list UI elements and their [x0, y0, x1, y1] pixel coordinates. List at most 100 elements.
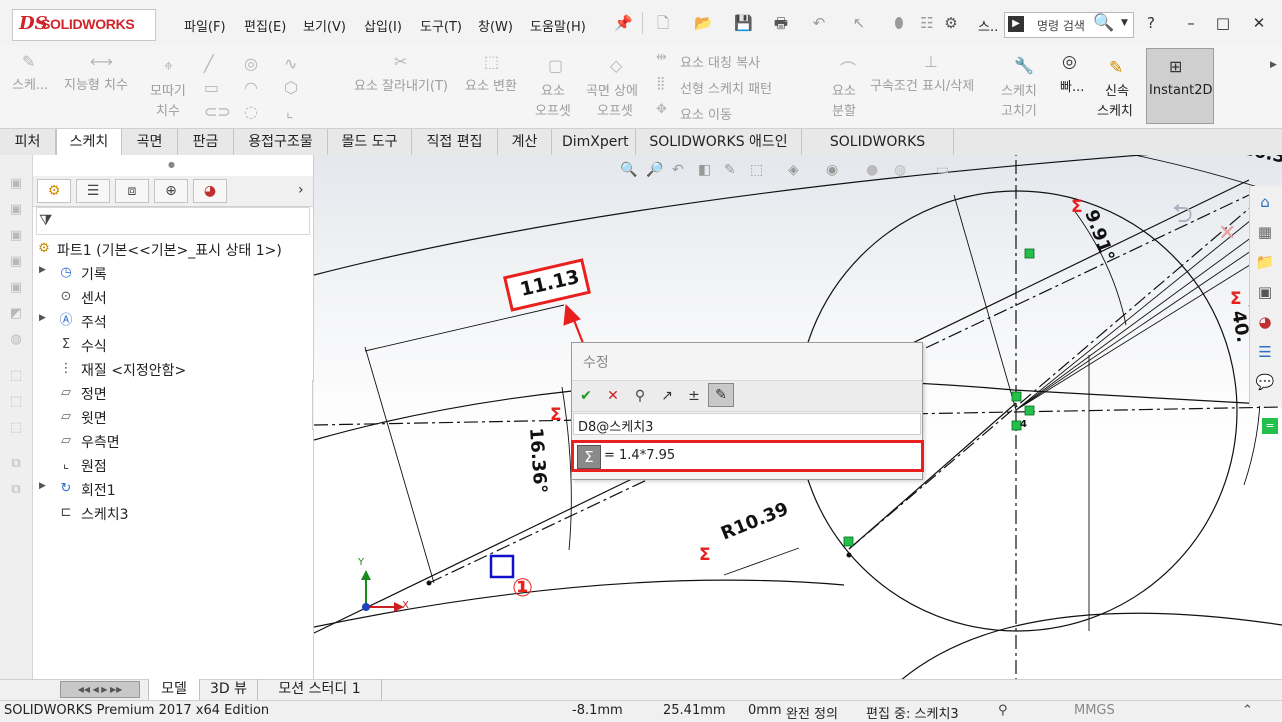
dimension-name-field[interactable]: D8@스케치3	[573, 413, 921, 435]
convert-entities-button[interactable]: 요소 변환	[465, 75, 517, 94]
rebuild-icon[interactable]: ⬮	[890, 14, 908, 32]
sketch-line-fan-4[interactable]	[1015, 194, 1282, 411]
view-toolbar-icon-4[interactable]: ▣	[8, 254, 24, 270]
equation-sigma-button[interactable]: Σ	[577, 445, 601, 469]
menu-tools[interactable]: 도구(T)	[420, 16, 462, 35]
spline-icon[interactable]: ∿	[284, 54, 297, 73]
instant2d-button[interactable]: ⊞ Instant2D	[1146, 48, 1214, 124]
tree-filter-box[interactable]: ⧩	[36, 207, 310, 235]
custom-properties-icon[interactable]: ☰	[1253, 340, 1277, 364]
offset-on-surface-button[interactable]: 곡면 상에	[586, 80, 638, 99]
reverse-dimension-icon[interactable]: ↗	[656, 385, 678, 407]
section-view-icon[interactable]: ◧	[698, 162, 711, 178]
tab-surfaces[interactable]: 곡면	[122, 129, 178, 155]
coincident-relation-icon[interactable]	[1024, 248, 1035, 259]
tab-solidworks-addins[interactable]: SOLIDWORKS 애드인	[636, 129, 802, 155]
close-button[interactable]: ✕	[1248, 14, 1270, 32]
rebuild-status-icon[interactable]: ⚲	[998, 703, 1008, 718]
mark-dimension-icon[interactable]: ✎	[708, 383, 734, 407]
line-icon[interactable]: ╱	[204, 54, 214, 73]
view-toolbar-icon-7[interactable]: ◍	[8, 332, 24, 348]
arc-icon[interactable]: ◠	[244, 78, 258, 97]
tab-3d-view[interactable]: 3D 뷰	[200, 679, 258, 700]
tab-model[interactable]: 모델	[148, 679, 200, 700]
zoom-to-area-icon[interactable]: 🔎	[646, 162, 663, 178]
angle-arc-left[interactable]	[561, 386, 572, 551]
tab-scroll-arrows-icon[interactable]: ◀◀ ◀ ▶ ▶▶	[60, 681, 140, 698]
quick-snaps-button[interactable]: 빠...	[1060, 76, 1084, 95]
status-units[interactable]: MMGS	[1074, 703, 1115, 718]
linear-pattern-button[interactable]: 선형 스케치 패턴	[680, 78, 772, 97]
cancel-corner-icon[interactable]: ✕	[1218, 221, 1236, 246]
panel-grip-icon[interactable]: ●	[168, 160, 175, 169]
tab-features[interactable]: 피처	[0, 129, 56, 155]
view-toolbar-icon-12[interactable]: ⧉	[8, 482, 24, 498]
sketch-arc-lower[interactable]	[314, 579, 845, 628]
tree-item-front-plane[interactable]: ▱ 정면	[33, 382, 313, 404]
hide-show-items-icon[interactable]: ◉	[826, 162, 838, 178]
coincident-relation-icon[interactable]	[1024, 405, 1035, 416]
tab-evaluate[interactable]: 계산	[498, 129, 552, 155]
tree-item-annotations[interactable]: ▶ Ⓐ 주석	[33, 310, 313, 332]
sketch-fillet-icon[interactable]: ◌	[244, 102, 258, 121]
open-folder-icon[interactable]: 📂	[694, 14, 713, 32]
ribbon-scroll-arrow-icon[interactable]: ▶	[1270, 60, 1277, 70]
solidworks-logo[interactable]: DS SOLIDWORKS	[12, 9, 156, 41]
split-entities-button[interactable]: 요소	[832, 80, 856, 99]
tree-root-part[interactable]: ⚙ 파트1 (기본<<기본>_표시 상태 1>)	[33, 238, 313, 260]
radius-leader[interactable]	[723, 547, 800, 576]
menu-file[interactable]: 파일(F)	[184, 16, 226, 35]
pin-icon[interactable]: 📌	[614, 14, 633, 32]
view-toolbar-icon-5[interactable]: ▣	[8, 280, 24, 296]
doc-tab[interactable]: 스..	[978, 16, 998, 35]
previous-view-icon[interactable]: ↶	[672, 162, 684, 178]
edit-appearance-icon[interactable]: ●	[866, 162, 878, 178]
dimension-arc-top-right[interactable]	[1019, 155, 1282, 196]
offset-entities-button[interactable]: 요소	[541, 80, 565, 99]
home-icon[interactable]: ⌂	[1253, 190, 1277, 214]
undo-icon[interactable]: ↶	[810, 14, 828, 32]
tree-item-origin[interactable]: ⌞ 원점	[33, 454, 313, 476]
menu-insert[interactable]: 삽입(I)	[364, 16, 402, 35]
display-manager-tab-icon[interactable]: ◕	[193, 179, 227, 203]
view-orientation-icon[interactable]: ⬚	[750, 162, 763, 178]
repair-sketch-button[interactable]: 스케치	[1001, 80, 1037, 99]
expand-arrow-icon[interactable]: ▶	[39, 481, 46, 491]
chamfer-dimension-button[interactable]: 모따기	[150, 80, 186, 99]
spin-increment-icon[interactable]: ±	[683, 385, 705, 407]
extension-line-top[interactable]	[953, 194, 1017, 411]
dimension-value-input[interactable]: Σ = 1.4*7.95	[571, 440, 924, 472]
save-icon[interactable]: 💾	[734, 14, 753, 32]
view-palette-icon[interactable]: ▣	[1253, 280, 1277, 304]
coincident-relation-icon[interactable]	[843, 536, 854, 547]
coincident-relation-icon[interactable]	[1011, 391, 1022, 402]
view-toolbar-icon-1[interactable]: ▣	[8, 176, 24, 192]
gear-icon[interactable]: ⚙	[942, 14, 960, 32]
expand-arrow-icon[interactable]: ▶	[39, 265, 46, 275]
maximize-button[interactable]: □	[1212, 14, 1234, 32]
apply-scene-icon[interactable]: ◍	[894, 162, 906, 178]
rebuild-traffic-light-icon[interactable]: ⚲	[629, 385, 651, 407]
circle-icon[interactable]: ◎	[244, 54, 258, 73]
dynamic-annotation-icon[interactable]: ✎	[724, 162, 736, 178]
cancel-x-icon[interactable]: ✕	[602, 385, 624, 407]
menu-edit[interactable]: 편집(E)	[244, 16, 286, 35]
tree-item-sketch3[interactable]: ⊏ 스케치3	[33, 502, 313, 524]
slot-icon[interactable]: ⊂⊃	[204, 102, 231, 121]
view-toolbar-icon-6[interactable]: ◩	[8, 306, 24, 322]
tab-motion-study-1[interactable]: 모션 스터디 1	[258, 679, 382, 700]
tab-dimxpert[interactable]: DimXpert	[552, 129, 636, 155]
expand-arrow-icon[interactable]: ▶	[39, 313, 46, 323]
tree-item-equations[interactable]: Σ 수식	[33, 334, 313, 356]
rectangle-icon[interactable]: ▭	[204, 78, 219, 97]
select-arrow-icon[interactable]: ↖	[850, 14, 868, 32]
expand-pane-icon[interactable]: =	[1262, 418, 1278, 434]
dimension-angle-left[interactable]: 16.36°	[525, 427, 551, 494]
menu-help[interactable]: 도움말(H)	[530, 16, 586, 35]
tab-direct-editing[interactable]: 직접 편집	[412, 129, 498, 155]
view-settings-icon[interactable]: ▭	[936, 162, 949, 178]
tab-sketch[interactable]: 스케치	[56, 129, 122, 156]
tab-weldments[interactable]: 용접구조물	[234, 129, 328, 155]
tree-item-top-plane[interactable]: ▱ 윗면	[33, 406, 313, 428]
smart-dimension-button[interactable]: 지능형 치수	[64, 74, 128, 93]
